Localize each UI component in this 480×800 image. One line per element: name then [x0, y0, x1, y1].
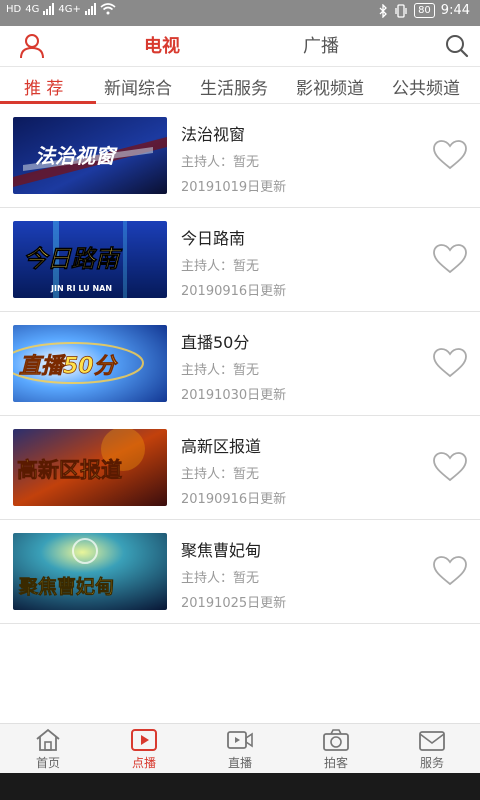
tab-public[interactable]: 公共频道 [392, 74, 460, 99]
nav-live-label: 直播 [227, 756, 252, 770]
status-bar: HD 4G 4G+ 80 9:44 [0, 0, 480, 26]
vibrate-icon [395, 3, 407, 18]
bluetooth-icon [379, 3, 387, 18]
heart-icon[interactable] [432, 139, 468, 171]
video-camera-icon [227, 731, 253, 749]
system-navigation-bar [0, 773, 480, 800]
search-icon[interactable] [444, 33, 470, 59]
category-tabs: 推 荐 新闻综合 生活服务 影视频道 公共频道 [0, 66, 480, 104]
tv-tab[interactable]: 电视 [144, 32, 180, 58]
program-updated: 20191025日更新 [181, 596, 287, 611]
heart-icon[interactable] [432, 347, 468, 379]
nav-vod[interactable]: 点播 [114, 728, 174, 771]
program-item[interactable]: 聚焦曹妃甸 聚焦曹妃甸 主持人：暂无 20191025日更新 [0, 520, 480, 624]
bottom-nav: 首页 点播 直播 拍客 服务 [0, 723, 480, 773]
program-list: 法治视窗 法治视窗 主持人：暂无 20191019日更新 今日路南 JIN RI… [0, 104, 480, 624]
program-updated: 20190916日更新 [181, 284, 287, 299]
program-thumbnail: 直播50分 [13, 325, 167, 402]
program-host: 主持人：暂无 [181, 155, 260, 170]
status-right: 80 9:44 [379, 3, 470, 18]
mail-icon [419, 731, 445, 751]
program-title: 直播50分 [181, 333, 250, 352]
program-thumbnail: 高新区报道 [13, 429, 167, 506]
tab-recommend[interactable]: 推 荐 [24, 74, 63, 99]
wifi-icon [100, 3, 116, 15]
program-item[interactable]: 法治视窗 法治视窗 主持人：暂无 20191019日更新 [0, 104, 480, 208]
program-title: 法治视窗 [181, 125, 246, 144]
program-host: 主持人：暂无 [181, 259, 260, 274]
signal-icon-2 [84, 3, 96, 15]
nav-paike[interactable]: 拍客 [306, 728, 366, 771]
nav-vod-label: 点播 [131, 756, 156, 770]
nav-paike-label: 拍客 [323, 756, 348, 770]
nav-service-label: 服务 [419, 756, 444, 770]
network-4g-plus-indicator: 4G+ [58, 3, 81, 15]
battery-indicator: 80 [414, 3, 435, 18]
program-updated: 20190916日更新 [181, 492, 287, 507]
program-title: 聚焦曹妃甸 [181, 541, 262, 560]
program-thumbnail: 聚焦曹妃甸 [13, 533, 167, 610]
heart-icon[interactable] [432, 451, 468, 483]
tab-film[interactable]: 影视频道 [296, 74, 364, 99]
program-item[interactable]: 今日路南 JIN RI LU NAN 今日路南 主持人：暂无 20190916日… [0, 208, 480, 312]
radio-tab[interactable]: 广播 [303, 32, 339, 58]
tab-life-service[interactable]: 生活服务 [200, 74, 268, 99]
signal-icon [43, 3, 55, 15]
thumbnail-title: 聚焦曹妃甸 [18, 575, 114, 598]
nav-service[interactable]: 服务 [402, 728, 462, 771]
thumbnail-title: 今日路南 [23, 245, 123, 273]
thumbnail-title: 高新区报道 [17, 458, 122, 482]
network-4g-indicator: 4G [25, 3, 40, 15]
user-icon[interactable] [18, 32, 46, 60]
play-icon [131, 729, 157, 751]
camera-icon [323, 729, 349, 751]
hd-indicator: HD [6, 3, 22, 15]
thumbnail-title: 直播50分 [19, 354, 119, 379]
heart-icon[interactable] [432, 555, 468, 587]
nav-home-label: 首页 [35, 756, 60, 770]
thumbnail-subtitle: JIN RI LU NAN [50, 284, 112, 293]
heart-icon[interactable] [432, 243, 468, 275]
program-thumbnail: 法治视窗 [13, 117, 167, 194]
nav-live[interactable]: 直播 [210, 728, 270, 771]
program-host: 主持人：暂无 [181, 363, 260, 378]
thumbnail-title: 法治视窗 [35, 144, 118, 168]
program-updated: 20191019日更新 [181, 180, 287, 195]
clock: 9:44 [440, 3, 470, 18]
program-title: 高新区报道 [181, 437, 262, 456]
program-item[interactable]: 直播50分 直播50分 主持人：暂无 20191030日更新 [0, 312, 480, 416]
program-item[interactable]: 高新区报道 高新区报道 主持人：暂无 20190916日更新 [0, 416, 480, 520]
program-host: 主持人：暂无 [181, 571, 260, 586]
nav-home[interactable]: 首页 [18, 728, 78, 771]
program-title: 今日路南 [181, 229, 246, 248]
network-indicators: HD 4G 4G+ [6, 3, 116, 15]
program-host: 主持人：暂无 [181, 467, 260, 482]
top-nav: 电视 广播 [0, 26, 480, 66]
home-icon [36, 728, 60, 751]
program-updated: 20191030日更新 [181, 388, 287, 403]
program-thumbnail: 今日路南 JIN RI LU NAN [13, 221, 167, 298]
tab-news[interactable]: 新闻综合 [104, 74, 172, 99]
